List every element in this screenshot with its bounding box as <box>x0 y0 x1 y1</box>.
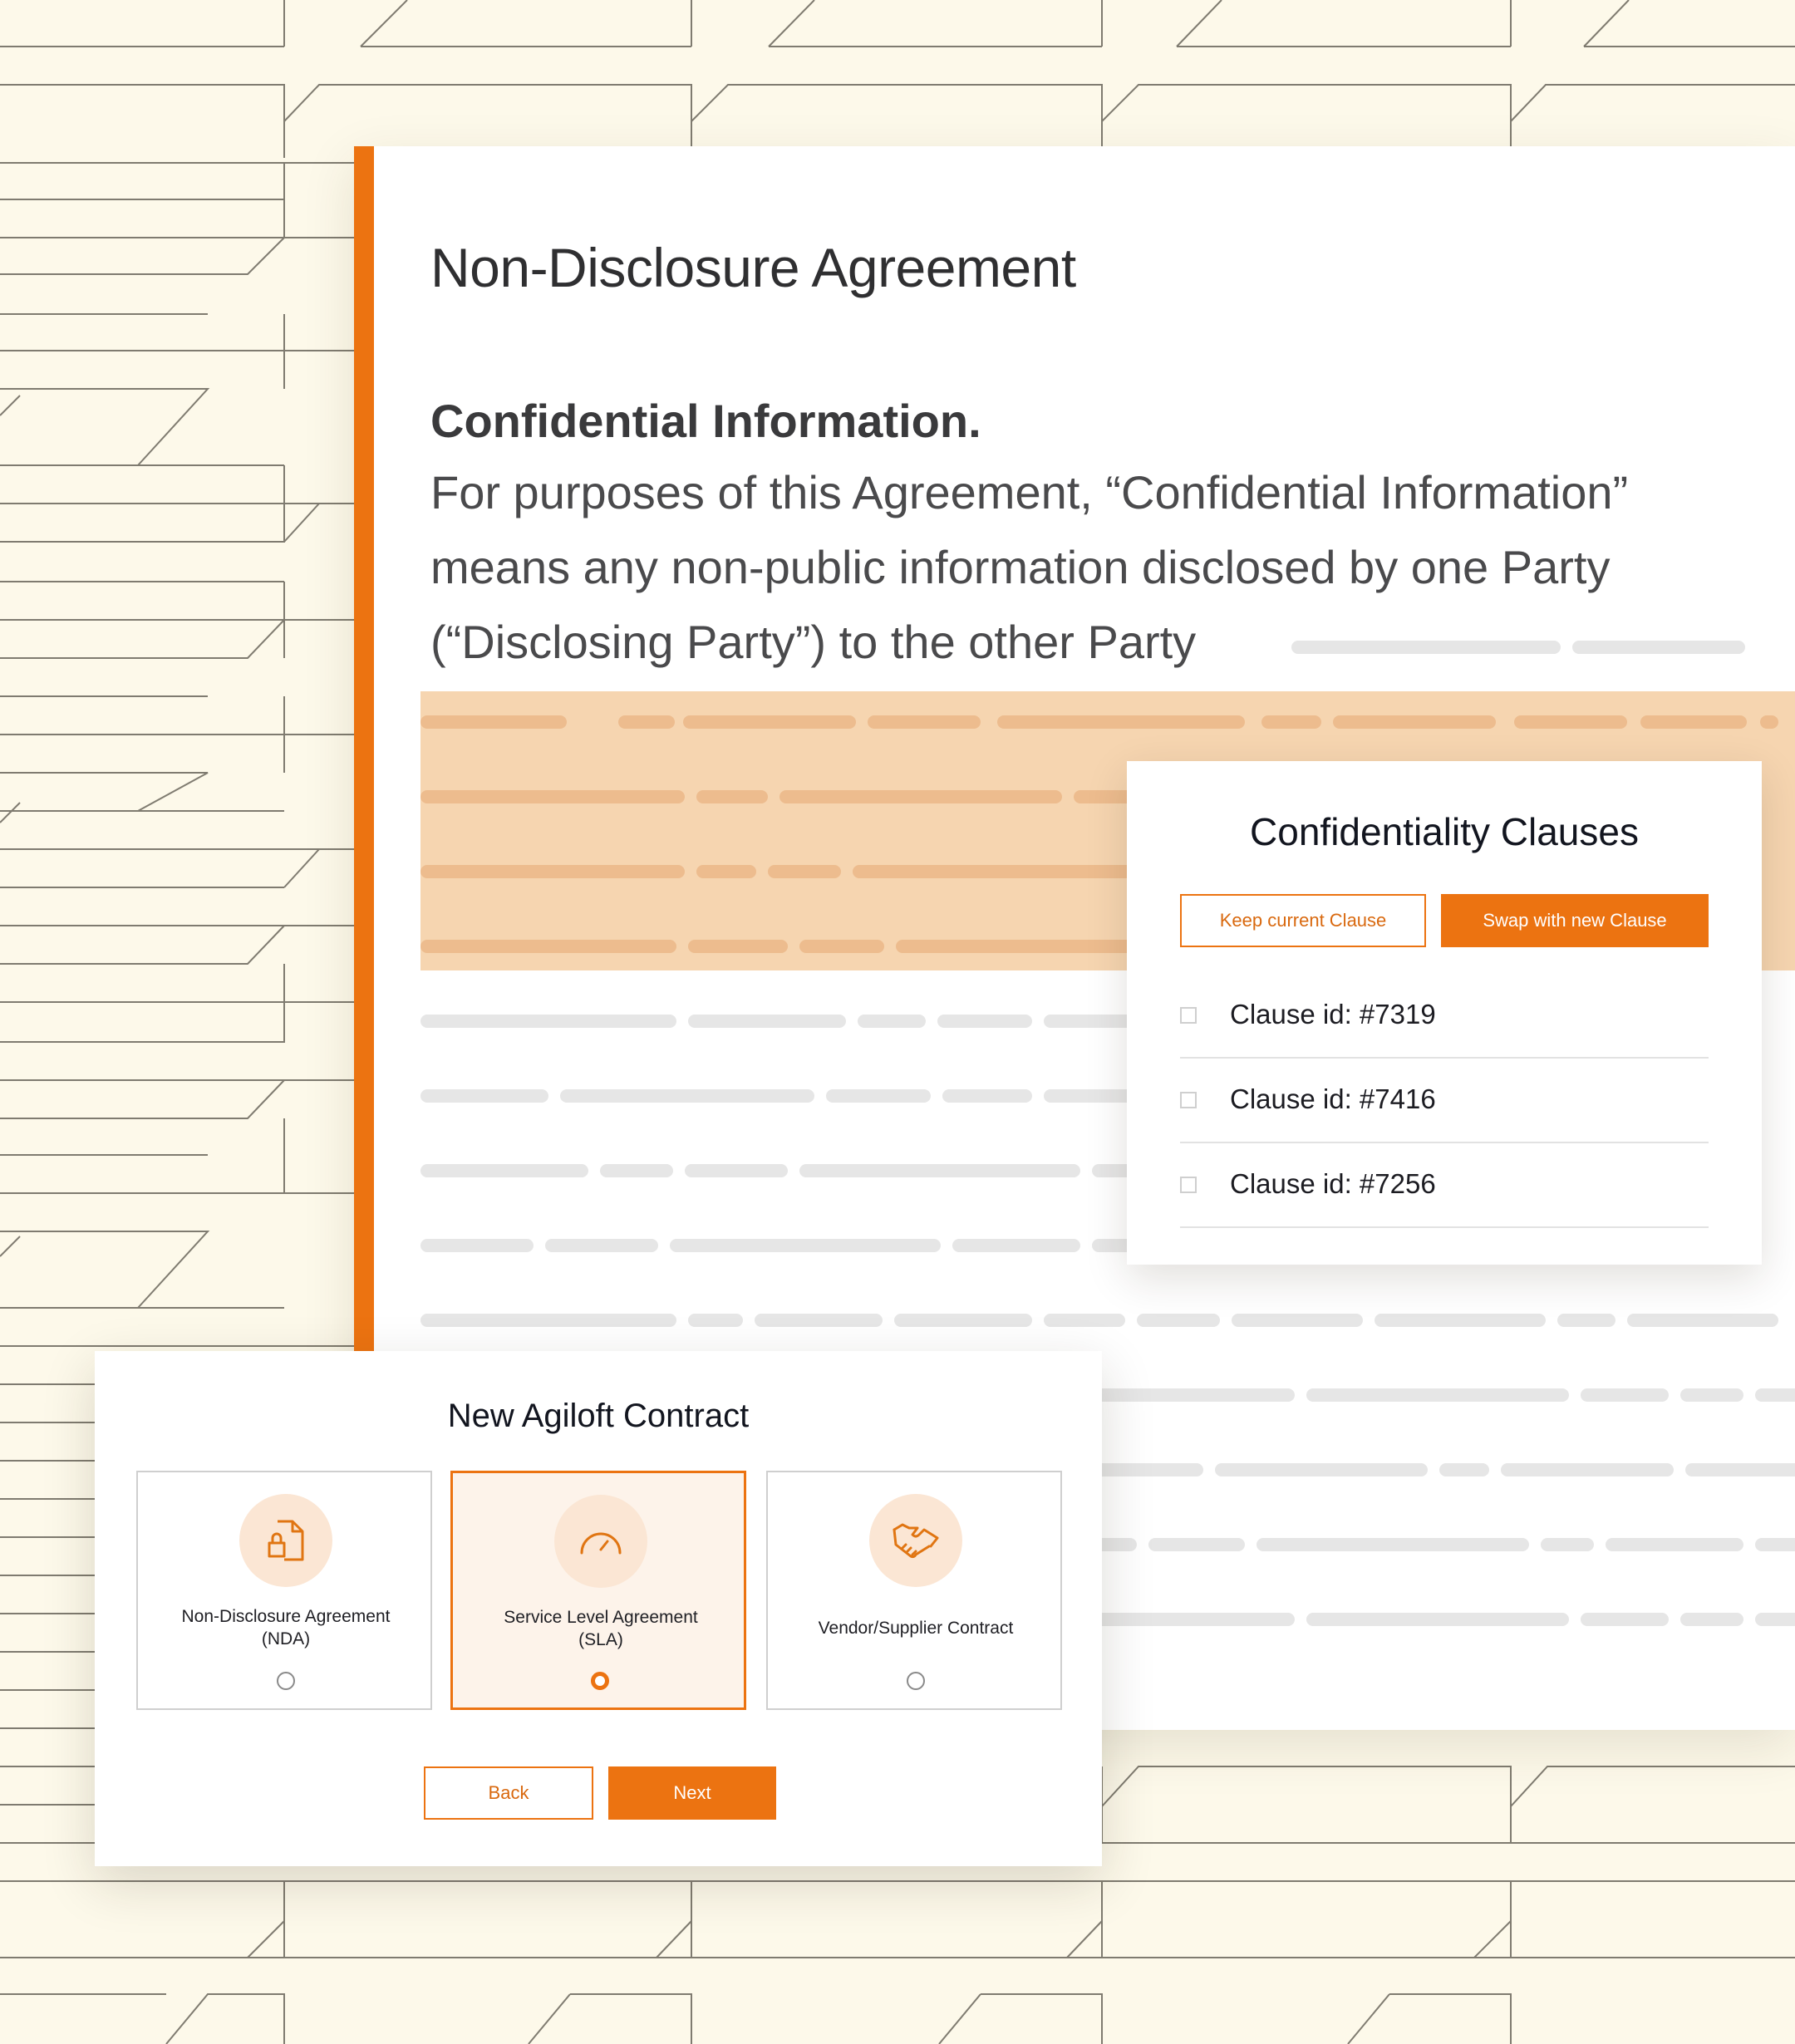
clause-label: Clause id: #7256 <box>1230 1168 1436 1199</box>
contract-type-label: (SLA) <box>578 1630 623 1649</box>
clause-label: Clause id: #7416 <box>1230 1083 1436 1114</box>
paragraph-line: means any non-public information disclos… <box>430 541 1611 593</box>
document-lock-icon <box>268 1520 304 1561</box>
paragraph-line: (“Disclosing Party”) to the other Party <box>430 616 1197 668</box>
clause-row[interactable]: Clause id: #7256 <box>1180 1143 1709 1228</box>
keep-current-clause-button[interactable]: Keep current Clause <box>1180 894 1426 947</box>
swap-with-new-clause-button[interactable]: Swap with new Clause <box>1441 894 1709 947</box>
contract-type-label: Non-Disclosure Agreement <box>181 1607 391 1626</box>
icon-circle <box>869 1494 962 1587</box>
contract-type-radio[interactable] <box>277 1672 295 1690</box>
contract-modal-title: New Agiloft Contract <box>447 1398 750 1434</box>
back-button[interactable]: Back <box>424 1766 593 1820</box>
contract-type-label: Service Level Agreement <box>504 1608 698 1627</box>
contract-type-radio-selected[interactable] <box>591 1672 609 1690</box>
contract-type-vendor[interactable]: Vendor/Supplier Contract <box>766 1471 1062 1710</box>
contract-type-label: Vendor/Supplier Contract <box>818 1619 1014 1638</box>
contract-type-radio[interactable] <box>907 1672 925 1690</box>
contract-type-nda[interactable]: Non-Disclosure Agreement (NDA) <box>136 1471 432 1710</box>
gauge-icon <box>580 1532 622 1555</box>
icon-circle <box>554 1495 647 1588</box>
section-heading: Confidential Information. <box>430 395 981 447</box>
paragraph-line: For purposes of this Agreement, “Confide… <box>430 466 1629 518</box>
handshake-icon <box>893 1523 939 1559</box>
clauses-modal-title: Confidentiality Clauses <box>1250 810 1639 853</box>
clause-row[interactable]: Clause id: #7416 <box>1180 1059 1709 1143</box>
clause-checkbox[interactable] <box>1180 1007 1197 1024</box>
new-contract-modal: New Agiloft Contract Non-Disclosure Agre… <box>95 1351 1102 1866</box>
document-title: Non-Disclosure Agreement <box>430 237 1076 298</box>
contract-type-label: (NDA) <box>261 1629 311 1648</box>
next-button[interactable]: Next <box>608 1766 776 1820</box>
confidentiality-clauses-modal: Confidentiality Clauses Keep current Cla… <box>1127 761 1762 1265</box>
clause-row[interactable]: Clause id: #7319 <box>1180 974 1709 1059</box>
clause-label: Clause id: #7319 <box>1230 999 1436 1029</box>
clause-checkbox[interactable] <box>1180 1092 1197 1108</box>
contract-type-sla[interactable]: Service Level Agreement (SLA) <box>450 1471 746 1710</box>
clause-checkbox[interactable] <box>1180 1177 1197 1193</box>
icon-circle <box>239 1494 332 1587</box>
